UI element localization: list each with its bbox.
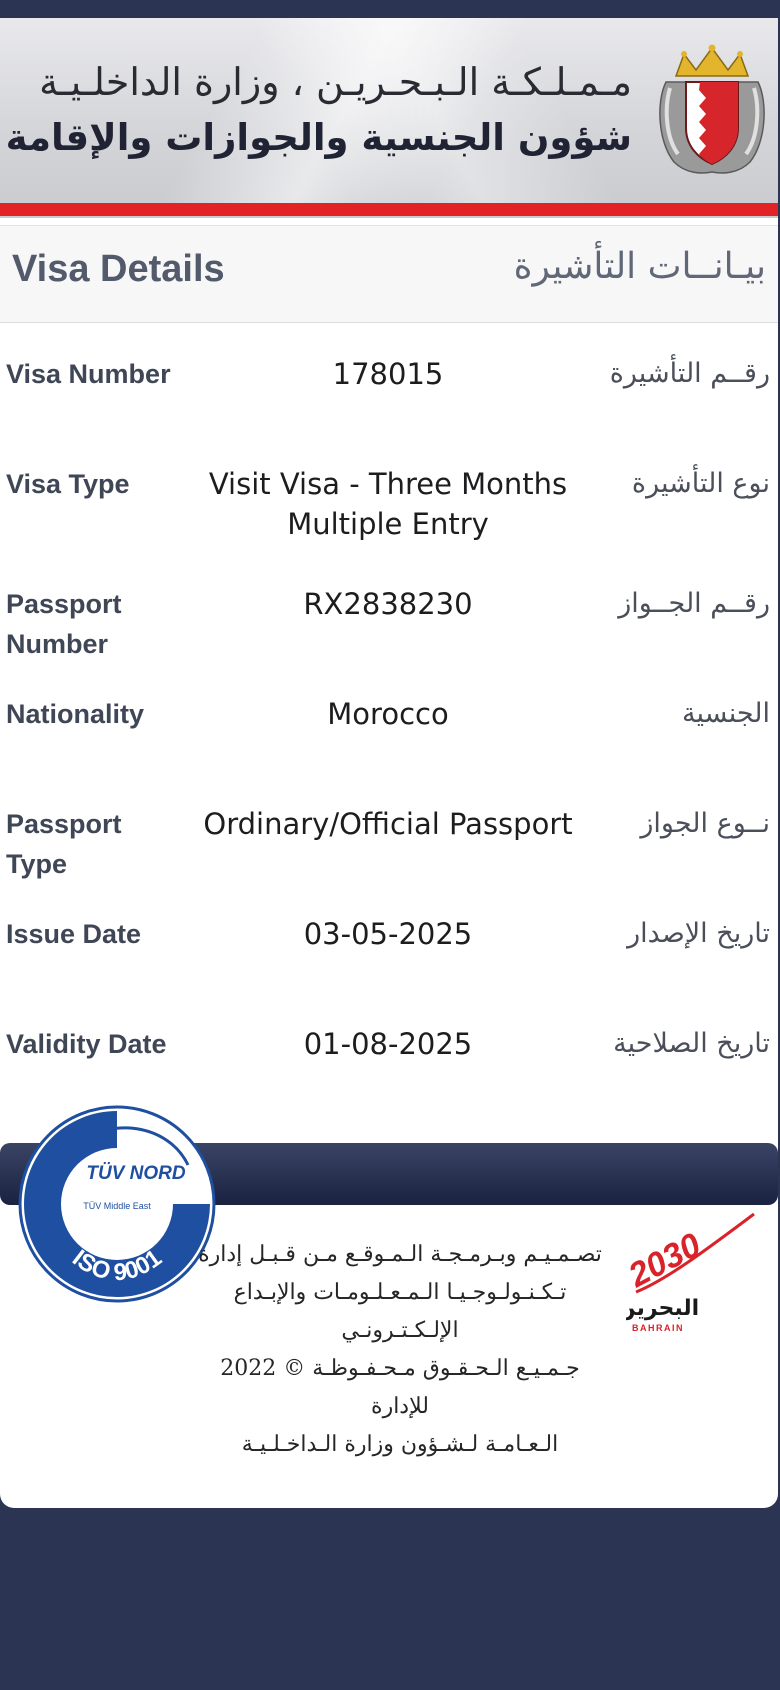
credits-line: تصـمـيـم وبـرمـجـة الـمـوقـع مـن قـبـل إ… [198, 1242, 602, 1267]
credits-line: الإلـكـتـرونـي [341, 1318, 459, 1343]
row-value: Visit Visa - Three Months Multiple Entry [208, 467, 568, 541]
row-value: Ordinary/Official Passport [203, 807, 573, 841]
section-title-en: Visa Details [12, 248, 225, 290]
bahrain-emblem-icon [659, 44, 765, 174]
row-value: Morocco [327, 697, 449, 731]
bahrain-2030-logo: 2030 البحرين BAHRAIN [626, 1212, 755, 1333]
row-label-ar: نوع التأشيرة [631, 468, 770, 499]
row-value: RX2838230 [303, 587, 473, 621]
department-title: شؤون الجنسية والجوازات والإقامة [5, 116, 632, 159]
row-label: Visa Type [6, 469, 130, 499]
row-value: 03-05-2025 [303, 917, 473, 951]
footer-credits: تصـمـيـم وبـرمـجـة الـمـوقـع مـن قـبـل إ… [190, 1236, 610, 1464]
credits-line: تـكـنـولـوجـيـا الـمـعـلـومـات والإبـداع [233, 1280, 567, 1305]
vision-ar-text: البحرين [626, 1296, 699, 1321]
tuv-iso-logo: TÜV NORD TÜV Middle East ISO 9001 [18, 1105, 216, 1303]
tuv-sub-text: TÜV Middle East [83, 1201, 151, 1211]
vision-year-text: 2030 [626, 1226, 707, 1296]
visa-details-page: مـمـلـكـة الـبـحـريـن ، وزارة الداخلـيـة… [0, 0, 778, 1508]
row-label-ar: تاريخ الإصدار [627, 918, 770, 949]
row-label: Passport Type [6, 809, 122, 879]
section-heading: Visa Details بيـانــات التأشيرة [0, 225, 778, 323]
row-label-ar: رقــم التأشيرة [609, 358, 770, 389]
row-label: Passport Number [6, 589, 122, 659]
tuv-brand-text: TÜV NORD [86, 1163, 186, 1184]
section-title-ar: بيـانــات التأشيرة [513, 246, 766, 287]
copyright-line: الـعـامـة لـشـؤون وزارة الـداخـلـيـة [241, 1432, 559, 1457]
row-label: Validity Date [6, 1029, 167, 1059]
row-label: Issue Date [6, 919, 142, 949]
header-red-stripe [0, 203, 778, 216]
row-value: 178015 [332, 357, 444, 391]
header-banner: مـمـلـكـة الـبـحـريـن ، وزارة الداخلـيـة… [0, 0, 778, 218]
row-label-ar: نــوع الجواز [640, 808, 770, 839]
row-value: 01-08-2025 [303, 1027, 473, 1061]
copyright-line: جـمـيـع الـحـقـوق مـحـفـوظـة © 2022 للإد… [220, 1356, 580, 1419]
row-label-ar: تاريخ الصلاحية [613, 1028, 770, 1059]
row-label: Nationality [6, 699, 145, 729]
row-label-ar: رقــم الجــواز [618, 588, 770, 619]
row-label: Visa Number [6, 359, 171, 389]
vision-en-text: BAHRAIN [632, 1323, 684, 1333]
row-label-ar: الجنسية [681, 698, 770, 729]
ministry-title: مـمـلـكـة الـبـحـريـن ، وزارة الداخلـيـة [39, 60, 632, 104]
